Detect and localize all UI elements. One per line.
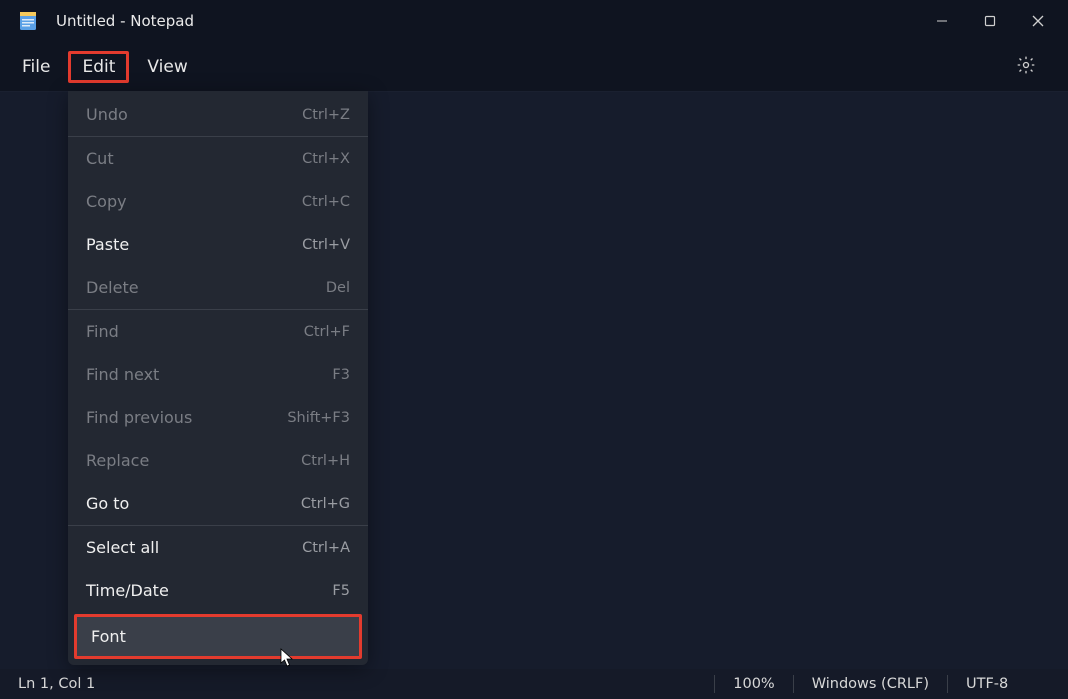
menu-item-shortcut: Ctrl+C — [302, 194, 350, 210]
menu-item-label: Go to — [86, 494, 301, 513]
menu-item-label: Find previous — [86, 408, 287, 427]
menu-item-label: Delete — [86, 278, 326, 297]
menu-item-label: Paste — [86, 235, 302, 254]
menu-item-label: Cut — [86, 149, 302, 168]
close-button[interactable] — [1014, 0, 1062, 42]
menu-item-copy[interactable]: Copy Ctrl+C — [68, 180, 368, 223]
menu-item-time-date[interactable]: Time/Date F5 — [68, 569, 368, 612]
menu-item-shortcut: Ctrl+V — [302, 237, 350, 253]
menu-item-label: Copy — [86, 192, 302, 211]
menu-item-shortcut: Ctrl+H — [301, 453, 350, 469]
menu-item-select-all[interactable]: Select all Ctrl+A — [68, 526, 368, 569]
menu-item-label: Font — [91, 627, 345, 646]
window-title: Untitled - Notepad — [56, 12, 194, 30]
minimize-button[interactable] — [918, 0, 966, 42]
menu-item-shortcut: Ctrl+X — [302, 151, 350, 167]
gear-icon — [1016, 55, 1036, 79]
menu-item-label: Select all — [86, 538, 302, 557]
menubar: File Edit View — [0, 42, 1068, 92]
menu-item-shortcut: Del — [326, 280, 350, 296]
menu-item-shortcut: Ctrl+F — [304, 324, 350, 340]
menu-item-label: Undo — [86, 105, 302, 124]
menu-item-label: Time/Date — [86, 581, 332, 600]
menu-item-shortcut: Shift+F3 — [287, 410, 350, 426]
status-zoom[interactable]: 100% — [715, 669, 792, 699]
menu-item-label: Replace — [86, 451, 301, 470]
menu-item-find-previous[interactable]: Find previous Shift+F3 — [68, 396, 368, 439]
settings-button[interactable] — [1006, 47, 1046, 87]
menu-item-shortcut: Ctrl+G — [301, 496, 350, 512]
menu-item-label: Find next — [86, 365, 332, 384]
menu-item-font[interactable]: Font — [74, 614, 362, 659]
notepad-icon — [18, 11, 38, 31]
status-encoding: UTF-8 — [948, 669, 1068, 699]
menu-edit[interactable]: Edit — [68, 51, 129, 83]
menu-item-goto[interactable]: Go to Ctrl+G — [68, 482, 368, 525]
edit-menu-dropdown: Undo Ctrl+Z Cut Ctrl+X Copy Ctrl+C Paste… — [68, 91, 368, 665]
status-eol: Windows (CRLF) — [794, 669, 947, 699]
menu-file[interactable]: File — [8, 51, 64, 83]
menu-item-undo[interactable]: Undo Ctrl+Z — [68, 93, 368, 136]
menu-view[interactable]: View — [133, 51, 201, 83]
menu-item-shortcut: Ctrl+A — [302, 540, 350, 556]
menu-item-cut[interactable]: Cut Ctrl+X — [68, 137, 368, 180]
menu-item-find[interactable]: Find Ctrl+F — [68, 310, 368, 353]
menu-item-shortcut: Ctrl+Z — [302, 107, 350, 123]
menu-item-replace[interactable]: Replace Ctrl+H — [68, 439, 368, 482]
menu-item-shortcut: F5 — [332, 583, 350, 599]
titlebar: Untitled - Notepad — [0, 0, 1068, 42]
menu-item-find-next[interactable]: Find next F3 — [68, 353, 368, 396]
status-caret-pos: Ln 1, Col 1 — [0, 669, 113, 699]
statusbar: Ln 1, Col 1 100% Windows (CRLF) UTF-8 — [0, 669, 1068, 699]
menu-item-label: Find — [86, 322, 304, 341]
window-controls — [918, 0, 1062, 42]
menu-item-shortcut: F3 — [332, 367, 350, 383]
menu-item-delete[interactable]: Delete Del — [68, 266, 368, 309]
menu-item-paste[interactable]: Paste Ctrl+V — [68, 223, 368, 266]
maximize-button[interactable] — [966, 0, 1014, 42]
